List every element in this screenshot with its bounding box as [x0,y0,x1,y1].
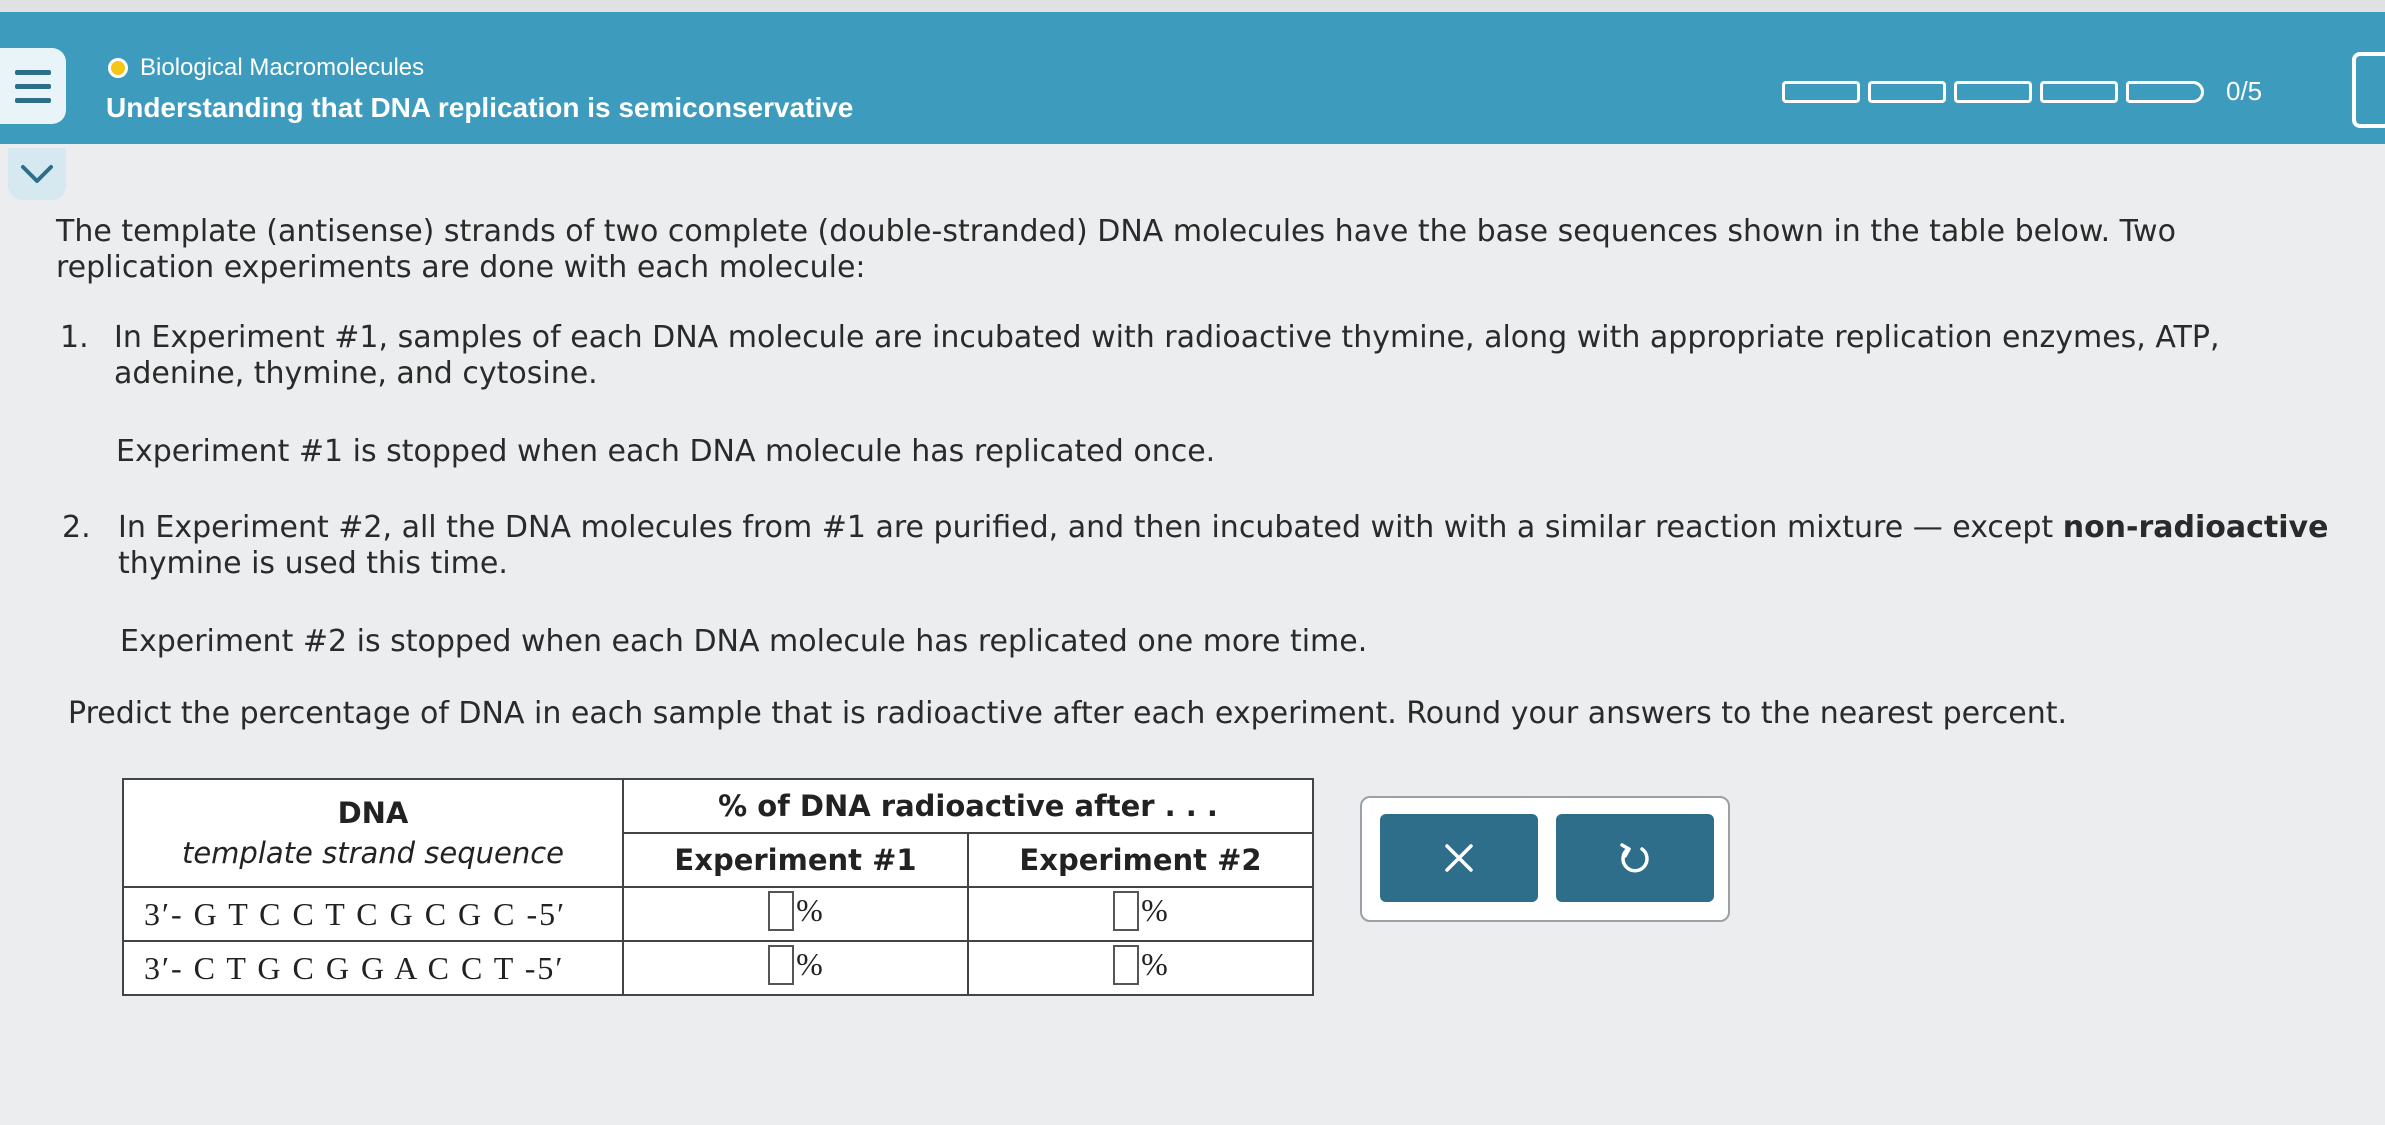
percent-unit: % [796,946,823,982]
item-number: 1. [60,320,89,355]
header-bar: Biological Macromolecules Understanding … [0,12,2385,144]
progress-text: 0/5 [2226,76,2263,106]
sequence-cell: 3′- G T C C T C G C G C -5′ [122,886,624,942]
undo-button[interactable] [1556,814,1714,902]
x-icon [1445,844,1473,872]
progress-segment [2126,80,2204,103]
browser-top-strip [0,0,2385,12]
percent-unit: % [1141,892,1168,928]
experiment-2-stop: Experiment #2 is stopped when each DNA m… [120,624,1368,659]
question-prompt: Predict the percentage of DNA in each sa… [68,696,2068,731]
progress-segment [1782,80,1860,103]
experiment-1-header: Experiment #1 [622,832,969,888]
collapse-button[interactable] [8,148,66,200]
progress-segment [1868,80,1946,103]
answer-input[interactable] [768,944,795,985]
experiment-1-description: In Experiment #1, samples of each DNA mo… [114,320,2220,391]
answer-input[interactable] [1113,890,1140,931]
progress-segment [1954,80,2032,103]
topic-row: Biological Macromolecules [108,54,424,82]
hamburger-icon [15,69,51,75]
answer-cell: % [966,940,1315,996]
percent-unit: % [1141,946,1168,982]
table-row: 3′- C T G C G G A C C T -5′ % % [122,940,1315,996]
side-panel-button[interactable] [2352,52,2385,128]
answer-input[interactable] [1113,944,1140,985]
action-panel [1360,796,1730,922]
progress-indicator: 0/5 [1782,76,2262,107]
answer-cell: % [622,886,969,942]
undo-icon [1620,843,1649,873]
emphasis-text: non-radioactive [2062,510,2329,545]
percent-unit: % [796,892,823,928]
experiment-2-description: In Experiment #2, all the DNA molecules … [118,510,2329,581]
table-row: 3′- G T C C T C G C G C -5′ % % [122,886,1315,942]
topic-label: Biological Macromolecules [140,54,425,81]
radioactive-group-header: % of DNA radioactive after . . . [621,778,1315,834]
answer-table: DNA template strand sequence % of DNA ra… [122,778,1315,996]
topic-status-icon [108,58,128,78]
question-intro: The template (antisense) strands of two … [56,214,2176,285]
answer-cell: % [966,886,1315,942]
item-number: 2. [62,510,91,545]
dna-column-header: DNA template strand sequence [122,778,624,888]
experiment-1-stop: Experiment #1 is stopped when each DNA m… [116,434,1216,469]
chevron-down-icon [21,165,53,183]
sequence-cell: 3′- C T G C G G A C C T -5′ [122,940,624,996]
answer-cell: % [622,940,969,996]
clear-button[interactable] [1380,814,1538,902]
experiment-2-header: Experiment #2 [966,832,1315,888]
menu-button[interactable] [0,48,66,124]
answer-input[interactable] [768,890,795,931]
progress-segment [2040,80,2118,103]
page-title: Understanding that DNA replication is se… [106,92,854,123]
